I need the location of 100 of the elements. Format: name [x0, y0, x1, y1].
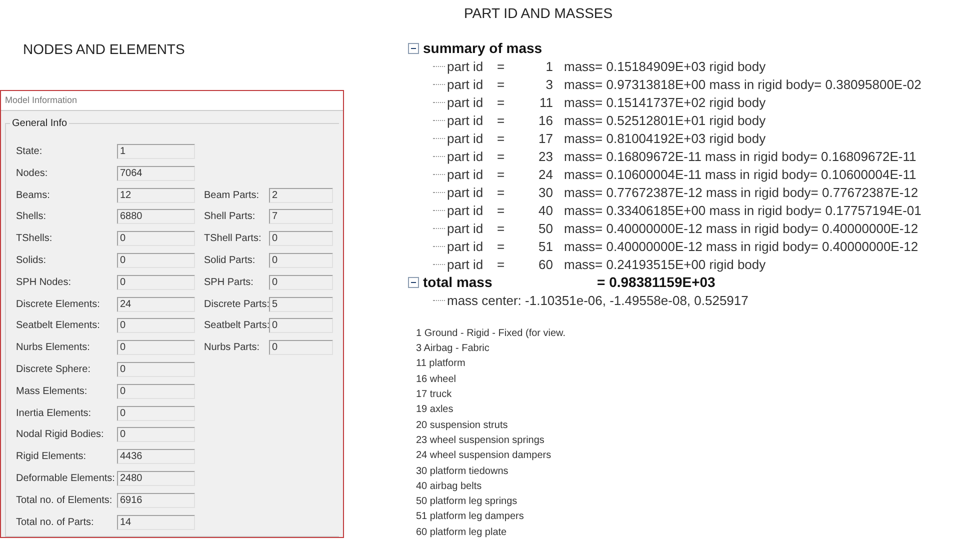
- number-field[interactable]: 0: [269, 340, 333, 356]
- part-name: 11 platform: [416, 357, 466, 372]
- mass-value: mass= 0.77672387E-12 mass in rigid body= 0.77672387E-12: [564, 184, 918, 202]
- part-name: 40 airbag belts: [416, 480, 483, 494]
- number-field[interactable]: 0: [117, 252, 195, 268]
- part-id-label: part id: [447, 166, 484, 184]
- collapse-icon[interactable]: [408, 277, 419, 288]
- field-label: Nodes:: [16, 166, 49, 181]
- mass-value: mass= 0.10600004E-11 mass in rigid body= 0.10600004E-11: [564, 166, 916, 184]
- part-name: 20 suspension struts: [416, 418, 509, 433]
- number-field[interactable]: 0: [117, 427, 195, 442]
- field-label: Deformable Elements:: [16, 472, 116, 486]
- mass-value: mass= 0.15141737E+02 rigid body: [564, 94, 766, 112]
- part-name: 1 Ground - Rigid - Fixed (for view.: [416, 326, 566, 341]
- tree-node[interactable]: total mass: [423, 272, 593, 294]
- field-label: Shell Parts:: [204, 210, 256, 224]
- part-id-label: part id: [447, 130, 484, 148]
- number-field[interactable]: 2480: [117, 470, 195, 486]
- number-field[interactable]: 0: [269, 274, 333, 290]
- number-field[interactable]: 0: [269, 252, 333, 268]
- number-field[interactable]: 1: [117, 144, 195, 159]
- equals-sign: =: [497, 220, 506, 238]
- number-field[interactable]: 24: [117, 296, 195, 312]
- number-field[interactable]: 2: [269, 188, 333, 203]
- number-field[interactable]: 4436: [117, 449, 195, 464]
- part-id-label: part id: [447, 58, 484, 76]
- equals-sign: =: [497, 256, 506, 274]
- number-field[interactable]: 0: [117, 406, 195, 421]
- number-field[interactable]: 5: [269, 296, 333, 312]
- slide-heading: NODES AND ELEMENTS: [23, 40, 185, 59]
- field-label: Nurbs Elements:: [16, 341, 91, 356]
- number-field[interactable]: 0: [269, 318, 333, 334]
- part-name: 19 axles: [416, 403, 454, 418]
- field-label: Discrete Sphere:: [16, 362, 92, 377]
- part-id: 16: [538, 112, 553, 130]
- part-id-label: part id: [447, 148, 484, 166]
- part-name: 51 platform leg dampers: [416, 510, 525, 524]
- part-name: 50 platform leg springs: [416, 495, 518, 510]
- mass-value: mass= 0.97313818E+00 mass in rigid body= 0.38095800E-02: [564, 76, 922, 94]
- part-name: 17 truck: [416, 388, 453, 402]
- mass-value: mass= 0.52512801E+01 rigid body: [564, 112, 766, 130]
- equals-sign: =: [497, 202, 506, 220]
- part-id-label: part id: [447, 256, 484, 274]
- part-id: 17: [538, 130, 553, 148]
- field-label: Seatbelt Parts:: [204, 319, 269, 334]
- equals-sign: =: [497, 166, 506, 184]
- part-id: 40: [538, 202, 553, 220]
- field-label: Discrete Parts:: [204, 298, 269, 312]
- collapse-icon[interactable]: [408, 43, 419, 54]
- field-label: TShell Parts:: [204, 232, 262, 246]
- slide-heading: PART ID AND MASSES: [464, 4, 613, 23]
- number-field[interactable]: 0: [117, 274, 195, 290]
- field-label: Inertia Elements:: [16, 406, 92, 421]
- part-id: 3: [544, 76, 553, 94]
- number-field[interactable]: 6916: [117, 492, 195, 508]
- field-label: Total no. of Parts:: [16, 516, 95, 530]
- field-label: Rigid Elements:: [16, 450, 88, 464]
- part-id-label: part id: [447, 220, 484, 238]
- field-label: Solid Parts:: [204, 254, 256, 268]
- field-label: Mass Elements:: [16, 384, 88, 399]
- number-field[interactable]: 7: [269, 209, 333, 224]
- number-field[interactable]: 0: [269, 231, 333, 246]
- mass-value: mass= 0.15184909E+03 rigid body: [564, 58, 766, 76]
- equals-sign: =: [497, 130, 506, 148]
- number-field[interactable]: 12: [117, 188, 195, 203]
- field-label: SPH Parts:: [204, 276, 254, 290]
- part-name: 3 Airbag - Fabric: [416, 342, 490, 356]
- equals-sign: =: [497, 184, 506, 202]
- part-name: 16 wheel: [416, 372, 458, 387]
- part-id: 60: [538, 256, 553, 274]
- mass-value: mass= 0.40000000E-12 mass in rigid body= 0.40000000E-12: [564, 238, 918, 256]
- mass-center: mass center: -1.10351e-06, -1.49558e-08, 0.525917: [447, 292, 748, 310]
- part-id: 51: [538, 238, 553, 256]
- field-label: Beams:: [16, 188, 51, 203]
- panel-title: Model Information: [5, 94, 78, 107]
- tree-node[interactable]: summary of mass: [423, 38, 593, 60]
- number-field[interactable]: 6880: [117, 209, 195, 224]
- part-id-label: part id: [447, 238, 484, 256]
- number-field[interactable]: 0: [117, 318, 195, 334]
- mass-value: mass= 0.16809672E-11 mass in rigid body= 0.16809672E-11: [564, 148, 916, 166]
- field-label: State:: [16, 145, 44, 159]
- number-field[interactable]: 14: [117, 514, 195, 530]
- number-field[interactable]: 0: [117, 231, 195, 246]
- part-id: 23: [538, 148, 553, 166]
- mass-value: mass= 0.33406185E+00 mass in rigid body= 0.17757194E-01: [564, 202, 922, 220]
- field-label: Nodal Rigid Bodies:: [16, 428, 105, 442]
- part-id-label: part id: [447, 112, 484, 130]
- number-field[interactable]: 7064: [117, 166, 195, 181]
- mass-value: mass= 0.81004192E+03 rigid body: [564, 130, 766, 148]
- part-id-label: part id: [447, 76, 484, 94]
- part-id: 1: [544, 58, 553, 76]
- number-field[interactable]: 0: [117, 362, 195, 377]
- field-label: TShells:: [16, 232, 54, 246]
- field-label: Solids:: [16, 254, 48, 268]
- part-name: 24 wheel suspension dampers: [416, 449, 552, 464]
- field-label: Shells:: [16, 210, 48, 224]
- number-field[interactable]: 0: [117, 340, 195, 356]
- number-field[interactable]: 0: [117, 384, 195, 399]
- part-name: 23 wheel suspension springs: [416, 434, 546, 448]
- equals-sign: =: [497, 238, 506, 256]
